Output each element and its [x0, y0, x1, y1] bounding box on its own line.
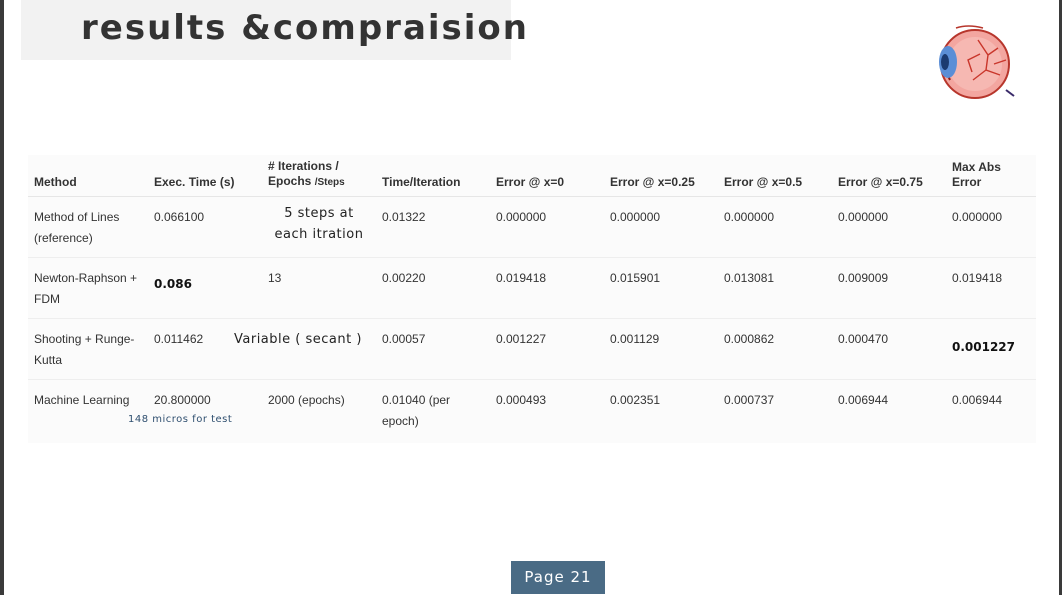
cell-method: Method of Lines (reference)	[28, 196, 148, 258]
cell-error-x05: 0.000737	[724, 393, 775, 407]
cell-iterations: 13	[262, 257, 376, 319]
cell-iterations-text: Variable ( secant )	[234, 332, 362, 347]
header-error-x0: Error @ x=0	[490, 155, 604, 197]
cell-time-per-iteration: 0.01040 (per epoch)	[382, 393, 451, 428]
header-error-x05: Error @ x=0.5	[718, 155, 832, 197]
header-iterations: # Iterations / Epochs /Steps	[262, 155, 376, 197]
comparison-table: Method Exec. Time (s) # Iterations / Epo…	[28, 155, 1036, 440]
header-max-abs-error: Max Abs Error	[946, 155, 1036, 197]
header-error-x025: Error @ x=0.25	[604, 155, 718, 197]
cell-time-per-iteration: 0.00220	[376, 257, 490, 319]
cell-error-x025: 0.002351	[610, 393, 661, 407]
cell-exec-time-text: 0.086	[154, 277, 192, 291]
table-row: Machine Learning 20.800000 148 micros fo…	[28, 380, 1036, 441]
cell-error-x025: 0.001129	[604, 318, 718, 380]
cell-error-x075: 0.006944	[838, 393, 889, 407]
comparison-table-container: Method Exec. Time (s) # Iterations / Epo…	[28, 155, 1036, 443]
table-row: Method of Lines (reference) 0.066100 5 s…	[28, 196, 1036, 258]
cell-iterations: Variable ( secant )	[234, 318, 376, 380]
cell-exec-time-note: 148 micros for test	[128, 414, 233, 425]
cell-error-x025: 0.015901	[604, 257, 718, 319]
cell-max-abs-error: 0.006944	[952, 393, 1003, 407]
slide: results &compraision Method Exec. Time (…	[0, 0, 1062, 595]
cell-error-x0: 0.000000	[490, 196, 604, 258]
cell-iterations: 5 steps at each itration	[262, 196, 376, 258]
cell-max-abs-error: 0.001227	[946, 318, 1036, 380]
cell-max-abs-error: 0.019418	[946, 257, 1036, 319]
header-iterations-line2: Epochs	[268, 174, 312, 188]
cell-error-x075: 0.009009	[832, 257, 946, 319]
cell-error-x0: 0.001227	[490, 318, 604, 380]
table-row: Newton-Raphson + FDM 0.086 13 0.00220 0.…	[28, 257, 1036, 319]
header-method: Method	[28, 155, 148, 197]
slide-title: results &compraision	[81, 8, 529, 48]
cell-error-x05: 0.000000	[718, 196, 832, 258]
eye-anatomy-icon	[939, 25, 1015, 99]
cell-max-abs-error: 0.000000	[946, 196, 1036, 258]
table-row: Shooting + Runge-Kutta 0.011462 Variable…	[28, 318, 1036, 380]
left-border	[0, 0, 4, 595]
cell-error-x0: 0.000493	[496, 393, 547, 407]
cell-error-x025: 0.000000	[604, 196, 718, 258]
header-exec-time: Exec. Time (s)	[148, 155, 262, 197]
cell-error-x05: 0.000862	[718, 318, 832, 380]
cell-error-x05: 0.013081	[718, 257, 832, 319]
cell-max-abs-error-text: 0.001227	[952, 340, 1016, 354]
cell-error-x0: 0.019418	[490, 257, 604, 319]
cell-exec-time-text: 20.800000	[154, 393, 211, 407]
header-time-per-iteration: Time/Iteration	[376, 155, 490, 197]
cell-method: Shooting + Runge-Kutta	[28, 318, 148, 380]
cell-time-per-iteration: 0.01322	[376, 196, 490, 258]
table-header-row: Method Exec. Time (s) # Iterations / Epo…	[28, 155, 1036, 197]
cell-iterations-text: 5 steps at each itration	[274, 206, 364, 242]
cell-time-per-iteration: 0.00057	[376, 318, 490, 380]
cell-exec-time: 20.800000 148 micros for test	[128, 380, 262, 441]
header-iterations-line1: # Iterations /	[268, 159, 339, 173]
page-number-badge: Page 21	[511, 561, 605, 594]
cell-exec-time: 0.066100	[148, 196, 262, 258]
title-banner: results &compraision	[21, 0, 527, 60]
cell-iterations: 2000 (epochs)	[268, 393, 345, 407]
cell-exec-time: 0.086	[148, 257, 262, 319]
cell-method: Machine Learning	[34, 393, 130, 407]
header-error-x075: Error @ x=0.75	[832, 155, 946, 197]
cell-error-x075: 0.000470	[832, 318, 946, 380]
cell-error-x075: 0.000000	[832, 196, 946, 258]
header-iterations-steps: /Steps	[314, 177, 345, 188]
cell-method: Newton-Raphson + FDM	[28, 257, 148, 319]
